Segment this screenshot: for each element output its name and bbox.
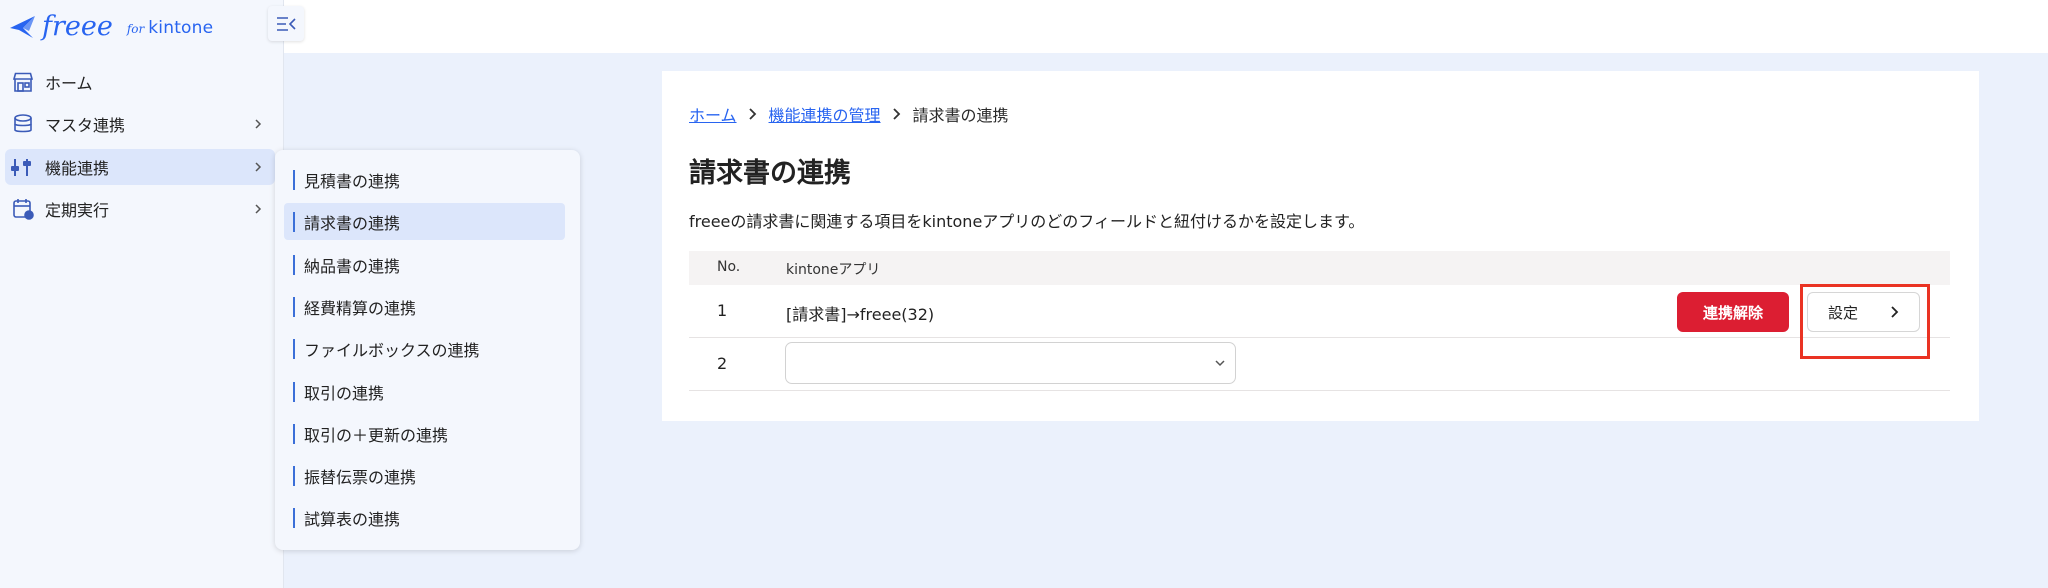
table-header: No. kintoneアプリ bbox=[689, 251, 1950, 285]
sidebar-item-label: マスタ連携 bbox=[45, 116, 126, 135]
sidebar-item-master[interactable]: マスタ連携 bbox=[5, 106, 275, 142]
main-card: ホーム 機能連携の管理 請求書の連携 請求書の連携 freeeの請求書に関連する… bbox=[662, 71, 1979, 421]
kintone-app-select[interactable] bbox=[785, 342, 1236, 384]
chevron-down-icon bbox=[1215, 360, 1225, 367]
unlink-button[interactable]: 連携解除 bbox=[1677, 292, 1789, 332]
page-description: freeeの請求書に関連する項目をkintoneアプリのどのフィールドと紐付ける… bbox=[689, 212, 1365, 231]
breadcrumb-parent-link[interactable]: 機能連携の管理 bbox=[769, 102, 881, 126]
submenu-item-label: 経費精算の連携 bbox=[304, 298, 417, 318]
top-bar bbox=[0, 0, 2048, 53]
breadcrumb: ホーム 機能連携の管理 請求書の連携 bbox=[689, 102, 1009, 126]
submenu-item-trial-balance[interactable]: 試算表の連携 bbox=[284, 499, 565, 536]
chevron-right-icon bbox=[255, 204, 262, 214]
submenu-item-label: 請求書の連携 bbox=[304, 213, 401, 233]
calendar-clock-icon bbox=[11, 197, 35, 221]
freee-bird-icon bbox=[10, 16, 35, 38]
sliders-icon bbox=[11, 155, 35, 179]
sidebar-item-feature-link[interactable]: 機能連携 bbox=[5, 149, 275, 185]
breadcrumb-home-link[interactable]: ホーム bbox=[689, 102, 737, 126]
submenu-item-label: 振替伝票の連携 bbox=[304, 467, 417, 487]
sidebar-collapse-button[interactable] bbox=[268, 6, 304, 41]
row-number: 1 bbox=[717, 301, 728, 320]
chevron-right-icon bbox=[255, 162, 262, 172]
submenu-item-label: 取引の＋更新の連携 bbox=[304, 425, 449, 445]
submenu-item-transfer-slip[interactable]: 振替伝票の連携 bbox=[284, 457, 565, 494]
kintone-app-name: [請求書]→freee(32) bbox=[786, 305, 935, 324]
logo-for: for bbox=[126, 22, 145, 36]
logo-brand: freee bbox=[42, 10, 113, 42]
column-header-app: kintoneアプリ bbox=[786, 262, 881, 278]
submenu-item-quotation[interactable]: 見積書の連携 bbox=[284, 161, 565, 198]
submenu-item-filebox[interactable]: ファイルボックスの連携 bbox=[284, 330, 565, 367]
sidebar-item-home[interactable]: ホーム bbox=[5, 64, 275, 100]
table-row: 1 [請求書]→freee(32) 連携解除 設定 bbox=[689, 284, 1950, 359]
sidebar-item-label: ホーム bbox=[45, 74, 93, 93]
sidebar-item-label: 機能連携 bbox=[45, 159, 110, 178]
column-header-no: No. bbox=[717, 259, 741, 275]
chevron-right-icon bbox=[891, 106, 903, 122]
submenu-item-invoice[interactable]: 請求書の連携 bbox=[284, 203, 565, 240]
chevron-right-icon bbox=[747, 106, 759, 122]
logo-product: kintone bbox=[148, 18, 214, 38]
store-icon bbox=[11, 70, 35, 94]
feature-link-submenu: 見積書の連携 請求書の連携 納品書の連携 経費精算の連携 ファイルボックスの連携… bbox=[275, 150, 580, 550]
submenu-item-label: 取引の連携 bbox=[304, 383, 385, 403]
table-row: 2 bbox=[689, 338, 1950, 391]
page-title: 請求書の連携 bbox=[689, 158, 851, 189]
menu-collapse-icon bbox=[277, 16, 296, 31]
row-number: 2 bbox=[717, 354, 728, 373]
submenu-item-label: 納品書の連携 bbox=[304, 256, 401, 276]
submenu-item-deal[interactable]: 取引の連携 bbox=[284, 373, 565, 410]
freee-for-kintone-logo[interactable]: freee for kintone bbox=[8, 8, 213, 44]
submenu-item-label: 試算表の連携 bbox=[304, 509, 401, 529]
submenu-item-deal-update[interactable]: 取引の＋更新の連携 bbox=[284, 415, 565, 452]
submenu-item-expense[interactable]: 経費精算の連携 bbox=[284, 288, 565, 325]
breadcrumb-current: 請求書の連携 bbox=[912, 106, 1009, 125]
submenu-item-label: ファイルボックスの連携 bbox=[304, 340, 480, 360]
submenu-item-label: 見積書の連携 bbox=[304, 171, 401, 191]
sidebar: freee for kintone ホーム マスタ連携 機能連携 定期実行 bbox=[0, 0, 284, 588]
chevron-right-icon bbox=[255, 119, 262, 129]
sidebar-item-label: 定期実行 bbox=[45, 201, 110, 220]
sidebar-item-scheduled[interactable]: 定期実行 bbox=[5, 191, 275, 227]
submenu-item-delivery[interactable]: 納品書の連携 bbox=[284, 246, 565, 283]
database-icon bbox=[11, 112, 35, 136]
